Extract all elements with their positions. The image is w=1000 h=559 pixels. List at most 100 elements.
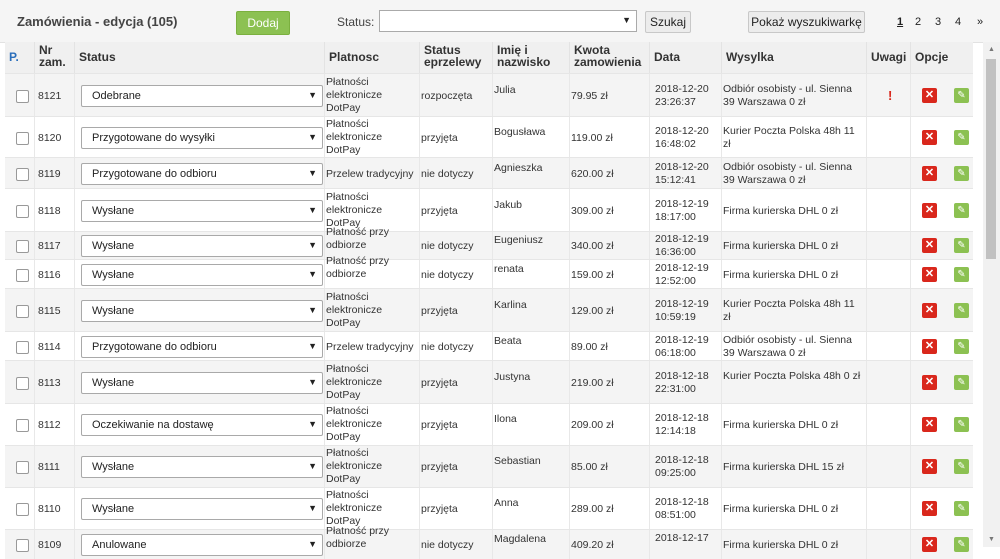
edit-icon[interactable]: ✎: [954, 501, 969, 516]
close-icon[interactable]: ✕: [922, 537, 937, 552]
column-header-select[interactable]: P.: [5, 42, 35, 73]
close-icon[interactable]: ✕: [922, 87, 937, 103]
edit-icon[interactable]: ✎: [954, 302, 969, 318]
status-select[interactable]: Anulowane ▼: [81, 534, 323, 556]
column-header-transfer-status[interactable]: Status eprzelewy: [420, 42, 493, 73]
row-checkbox[interactable]: [16, 340, 29, 354]
order-date: 2018-12-18: [655, 369, 709, 382]
edit-icon[interactable]: ✎: [954, 266, 969, 282]
close-icon[interactable]: ✕: [922, 501, 937, 516]
scroll-down-icon[interactable]: ▼: [988, 536, 995, 543]
row-checkbox[interactable]: [16, 89, 29, 103]
close-icon[interactable]: ✕: [922, 238, 937, 253]
shipping-method: Kurier Poczta Polska 48h 11 zł: [723, 124, 855, 150]
chevron-down-icon: ▼: [308, 167, 317, 178]
status-select[interactable]: Odebrane ▼: [81, 84, 323, 107]
order-amount: 85.00 zł: [571, 461, 608, 473]
status-select[interactable]: Oczekiwanie na dostawę ▼: [81, 414, 323, 436]
column-header-notes: Uwagi: [867, 42, 911, 73]
row-checkbox[interactable]: [16, 461, 29, 474]
row-checkbox[interactable]: [16, 240, 29, 253]
status-select[interactable]: Przygotowane do odbioru ▼: [81, 335, 323, 358]
customer-name: Sebastian: [494, 455, 541, 467]
page-link-3[interactable]: 3: [935, 16, 941, 28]
table-row: 8113 Wysłane ▼ Płatności elektronicze DotPa…: [5, 360, 973, 403]
page-link-4[interactable]: 4: [955, 16, 961, 28]
close-icon[interactable]: ✕: [922, 302, 937, 318]
edit-icon[interactable]: ✎: [954, 374, 969, 390]
status-select[interactable]: Wysłane ▼: [81, 263, 323, 286]
status-select[interactable]: Wysłane ▼: [81, 498, 323, 520]
edit-icon[interactable]: ✎: [954, 87, 969, 103]
column-divider: [867, 361, 911, 403]
table-row: 8110 Wysłane ▼ Płatności elektronicze DotPa…: [5, 487, 973, 529]
close-icon[interactable]: ✕: [922, 266, 937, 282]
edit-icon[interactable]: ✎: [954, 459, 969, 474]
transfer-status: nie dotyczy: [421, 240, 474, 252]
order-time: 06:18:00: [655, 346, 696, 359]
edit-icon[interactable]: ✎: [954, 129, 969, 145]
column-header-payment[interactable]: Platnosc: [325, 42, 420, 73]
payment-method: Płatności elektronicze DotPay: [326, 447, 383, 485]
transfer-status: nie dotyczy: [421, 167, 474, 180]
column-header-number[interactable]: Nr zam.: [35, 42, 75, 73]
close-icon[interactable]: ✕: [922, 129, 937, 145]
chevron-down-icon: ▼: [622, 15, 631, 25]
order-time: 22:31:00: [655, 382, 696, 395]
edit-icon[interactable]: ✎: [954, 202, 969, 218]
row-checkbox[interactable]: [16, 419, 29, 432]
column-header-date[interactable]: Data: [650, 42, 722, 73]
chevron-down-icon: ▼: [308, 304, 317, 315]
close-icon[interactable]: ✕: [922, 165, 937, 181]
order-amount: 89.00 zł: [571, 340, 608, 353]
column-header-status[interactable]: Status: [75, 42, 325, 73]
close-icon[interactable]: ✕: [922, 338, 937, 354]
row-checkbox[interactable]: [16, 131, 29, 145]
status-select[interactable]: Wysłane ▼: [81, 456, 323, 478]
shipping-method: Odbiór osobisty - ul. Sienna 39 Warszawa…: [723, 160, 852, 186]
edit-icon[interactable]: ✎: [954, 417, 969, 432]
column-divider: [867, 289, 911, 331]
page-link-2[interactable]: 2: [915, 16, 921, 28]
row-checkbox[interactable]: [16, 268, 29, 282]
row-checkbox[interactable]: [16, 167, 29, 181]
status-select[interactable]: Przygotowane do odbioru ▼: [81, 162, 323, 185]
status-select[interactable]: Wysłane ▼: [81, 235, 323, 257]
row-checkbox[interactable]: [16, 503, 29, 516]
transfer-status: przyjęta: [421, 204, 458, 217]
column-header-shipping[interactable]: Wysylka: [722, 42, 867, 73]
page-next-link[interactable]: »: [977, 16, 983, 28]
edit-icon[interactable]: ✎: [954, 338, 969, 354]
status-select[interactable]: Wysłane ▼: [81, 299, 323, 322]
column-divider: [867, 232, 911, 259]
close-icon[interactable]: ✕: [922, 417, 937, 432]
row-checkbox[interactable]: [16, 376, 29, 390]
status-select[interactable]: Przygotowane do wysyłki ▼: [81, 126, 323, 149]
column-header-name[interactable]: Imię i nazwisko: [493, 42, 570, 73]
column-header-amount[interactable]: Kwota zamowienia: [570, 42, 650, 73]
scroll-up-icon[interactable]: ▲: [988, 46, 995, 53]
status-filter-select[interactable]: ▼: [379, 10, 637, 32]
row-checkbox[interactable]: [16, 304, 29, 318]
order-time: 09:25:00: [655, 467, 696, 479]
show-search-button[interactable]: Pokaż wyszukiwarkę: [748, 11, 865, 33]
close-icon[interactable]: ✕: [922, 202, 937, 218]
row-checkbox[interactable]: [16, 539, 29, 552]
row-checkbox[interactable]: [16, 204, 29, 218]
transfer-status: przyjęta: [421, 376, 458, 389]
edit-icon[interactable]: ✎: [954, 165, 969, 181]
add-button[interactable]: Dodaj: [236, 11, 290, 35]
search-button[interactable]: Szukaj: [645, 11, 691, 33]
edit-icon[interactable]: ✎: [954, 238, 969, 253]
status-select[interactable]: Wysłane ▼: [81, 199, 323, 222]
status-select[interactable]: Wysłane ▼: [81, 371, 323, 394]
scrollbar-thumb[interactable]: [986, 59, 996, 259]
order-time: 18:17:00: [655, 210, 696, 223]
close-icon[interactable]: ✕: [922, 459, 937, 474]
shipping-method: Odbiór osobisty - ul. Sienna 39 Warszawa…: [723, 82, 852, 108]
close-icon[interactable]: ✕: [922, 374, 937, 390]
edit-icon[interactable]: ✎: [954, 537, 969, 552]
payment-method: Płatność przy odbiorze: [326, 226, 390, 251]
shipping-method: Kurier Poczta Polska 48h 0 zł: [723, 369, 861, 382]
page-link-1[interactable]: 1: [897, 16, 903, 28]
